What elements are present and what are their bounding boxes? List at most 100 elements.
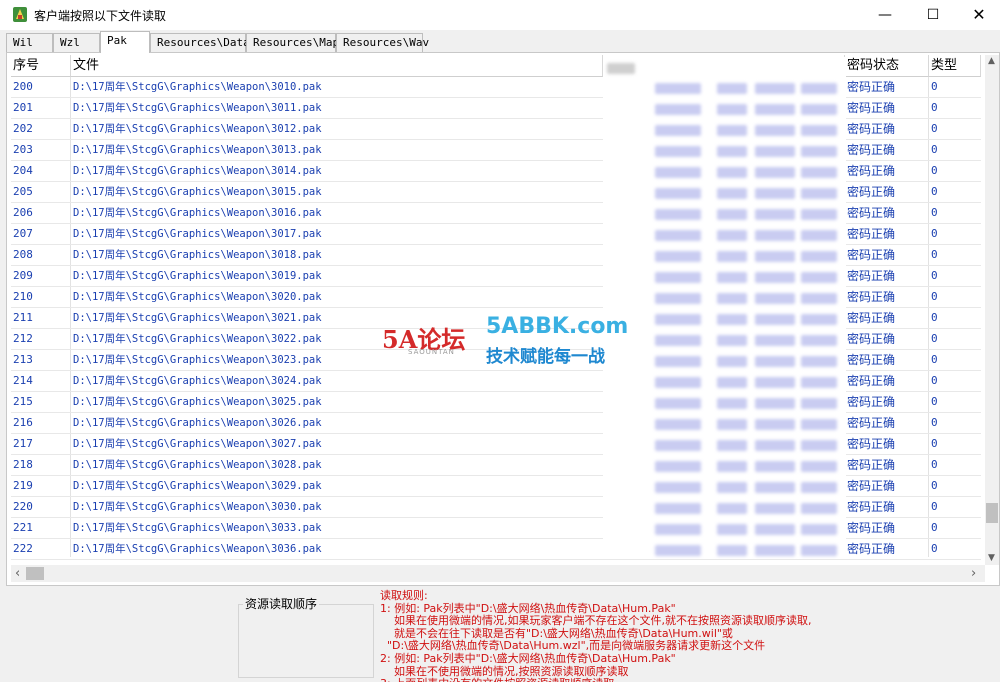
row-file-path: D:\17周年\StcgG\Graphics\Weapon\3028.pak — [73, 459, 322, 471]
row-type: 0 — [931, 416, 938, 429]
row-password-status: 密码正确 — [847, 458, 896, 472]
tab-resources-wav[interactable]: Resources\Wav — [336, 33, 429, 52]
row-index: 209 — [13, 269, 33, 282]
column-header-index[interactable]: 序号 — [11, 55, 71, 77]
row-password-status: 密码正确 — [847, 185, 896, 199]
blurred-cell — [655, 209, 701, 220]
column-header-file[interactable]: 文件 — [71, 55, 603, 77]
blurred-cell — [755, 188, 795, 199]
blurred-cell — [801, 482, 837, 493]
row-file-path: D:\17周年\StcgG\Graphics\Weapon\3020.pak — [73, 291, 322, 303]
blurred-cell — [717, 104, 747, 115]
row-password-status: 密码正确 — [847, 437, 896, 451]
blurred-cell — [655, 356, 701, 367]
blurred-cell — [755, 440, 795, 451]
scroll-left-arrow[interactable]: ‹ — [15, 566, 20, 581]
row-type: 0 — [931, 143, 938, 156]
row-password-status: 密码正确 — [847, 332, 896, 346]
row-password-status: 密码正确 — [847, 248, 896, 262]
row-type: 0 — [931, 206, 938, 219]
blurred-cell — [755, 83, 795, 94]
blurred-cell — [717, 146, 747, 157]
row-index: 202 — [13, 122, 33, 135]
row-type: 0 — [931, 458, 938, 471]
blurred-cell — [717, 440, 747, 451]
row-file-path: D:\17周年\StcgG\Graphics\Weapon\3018.pak — [73, 249, 322, 261]
resource-order-title: 资源读取顺序 — [243, 595, 320, 612]
blurred-cell — [755, 167, 795, 178]
row-file-path: D:\17周年\StcgG\Graphics\Weapon\3036.pak — [73, 543, 322, 555]
column-header-status[interactable]: 密码状态 — [845, 55, 929, 77]
blurred-cell — [717, 83, 747, 94]
blurred-cell — [801, 230, 837, 241]
column-header-type[interactable]: 类型 — [929, 55, 981, 77]
row-file-path: D:\17周年\StcgG\Graphics\Weapon\3027.pak — [73, 438, 322, 450]
row-type: 0 — [931, 437, 938, 450]
blurred-cell — [655, 461, 701, 472]
row-file-path: D:\17周年\StcgG\Graphics\Weapon\3029.pak — [73, 480, 322, 492]
close-button[interactable]: ✕ — [956, 0, 1000, 30]
blurred-cell — [755, 335, 795, 346]
vertical-scroll-thumb[interactable] — [986, 503, 998, 524]
horizontal-scroll-thumb[interactable] — [26, 567, 44, 580]
row-index: 208 — [13, 248, 33, 261]
row-index: 201 — [13, 101, 33, 114]
blurred-cell — [717, 272, 747, 283]
blurred-cell — [655, 146, 701, 157]
row-password-status: 密码正确 — [847, 206, 896, 220]
row-index: 215 — [13, 395, 33, 408]
row-type: 0 — [931, 374, 938, 387]
blurred-cell — [717, 335, 747, 346]
row-type: 0 — [931, 311, 938, 324]
row-type: 0 — [931, 101, 938, 114]
blurred-cell — [755, 545, 795, 556]
row-index: 218 — [13, 458, 33, 471]
vertical-scrollbar[interactable]: ▲ ▼ — [985, 55, 999, 565]
row-file-path: D:\17周年\StcgG\Graphics\Weapon\3013.pak — [73, 144, 322, 156]
maximize-button[interactable]: ☐ — [910, 0, 956, 30]
row-file-path: D:\17周年\StcgG\Graphics\Weapon\3026.pak — [73, 417, 322, 429]
row-index: 210 — [13, 290, 33, 303]
blurred-cell — [717, 314, 747, 325]
tab-resources-data[interactable]: Resources\Data — [150, 33, 250, 52]
minimize-button[interactable]: — — [862, 0, 908, 30]
blurred-cell — [717, 251, 747, 262]
blurred-cell — [655, 503, 701, 514]
blurred-cell — [801, 125, 837, 136]
blurred-cell — [755, 356, 795, 367]
blurred-cell — [755, 230, 795, 241]
blurred-cell — [755, 251, 795, 262]
blurred-cell — [755, 377, 795, 388]
blurred-cell — [717, 356, 747, 367]
blurred-cell — [717, 293, 747, 304]
row-index: 222 — [13, 542, 33, 555]
row-index: 216 — [13, 416, 33, 429]
blurred-cell — [717, 545, 747, 556]
tab-resources-map[interactable]: Resources\Map — [246, 33, 339, 52]
row-type: 0 — [931, 521, 938, 534]
blurred-cell — [655, 251, 701, 262]
blurred-cell — [801, 398, 837, 409]
tab-wil[interactable]: Wil — [6, 33, 53, 52]
tab-wzl[interactable]: Wzl — [53, 33, 100, 52]
row-file-path: D:\17周年\StcgG\Graphics\Weapon\3025.pak — [73, 396, 322, 408]
blurred-cell — [655, 419, 701, 430]
row-index: 207 — [13, 227, 33, 240]
blurred-cell — [655, 335, 701, 346]
scroll-down-arrow[interactable]: ▼ — [988, 553, 995, 563]
row-index: 214 — [13, 374, 33, 387]
row-index: 203 — [13, 143, 33, 156]
scroll-up-arrow[interactable]: ▲ — [988, 56, 995, 66]
blurred-cell — [717, 482, 747, 493]
row-file-path: D:\17周年\StcgG\Graphics\Weapon\3014.pak — [73, 165, 322, 177]
tab-pak[interactable]: Pak — [100, 31, 150, 53]
blurred-cell — [655, 398, 701, 409]
row-index: 206 — [13, 206, 33, 219]
horizontal-scrollbar[interactable]: ‹ › — [11, 565, 985, 582]
row-file-path: D:\17周年\StcgG\Graphics\Weapon\3033.pak — [73, 522, 322, 534]
row-password-status: 密码正确 — [847, 269, 896, 283]
scroll-right-arrow[interactable]: › — [971, 566, 976, 581]
row-type: 0 — [931, 164, 938, 177]
blurred-cell — [755, 104, 795, 115]
blurred-cell — [717, 524, 747, 535]
